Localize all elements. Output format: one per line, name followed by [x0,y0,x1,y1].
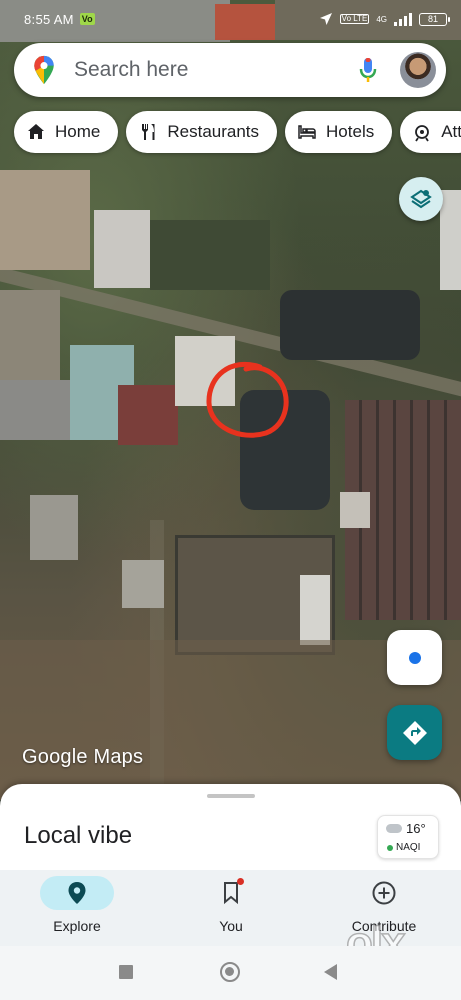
status-bar: 8:55 AM Vo Vo LTE 4G 81 [0,0,461,38]
chip-label: Home [55,122,101,141]
category-chips: Home Restaurants Hotels Att [14,111,461,155]
hotel-icon [298,125,316,139]
home-icon [28,124,44,139]
chip-label: Att [441,122,461,141]
location-arrow-icon [319,13,332,25]
red-circle-annotation [206,361,289,438]
aqi-dot-icon [387,844,393,851]
volte-badge: Vo [79,13,95,25]
chip-restaurants[interactable]: Restaurants [126,111,278,153]
weather-temp: 16° [406,821,426,836]
chip-home[interactable]: Home [14,111,119,153]
my-location-button[interactable] [387,630,442,685]
mic-icon[interactable] [358,56,378,84]
nav-you[interactable]: You [154,870,308,946]
explore-pin-icon [68,882,86,904]
search-bar[interactable]: Search here [14,43,446,97]
battery-icon: 81 [419,12,450,26]
layers-icon [410,189,432,209]
nav-explore[interactable]: Explore [0,870,154,946]
search-placeholder[interactable]: Search here [74,58,358,82]
sheet-title: Local vibe [24,822,133,849]
sheet-drag-handle[interactable] [207,794,255,798]
directions-button[interactable] [387,705,442,760]
recents-button[interactable] [119,965,133,979]
chip-label: Hotels [326,122,375,141]
battery-level: 81 [427,14,438,24]
signal-icon [394,12,412,26]
avatar[interactable] [400,52,436,88]
network-label: Vo LTE [339,14,370,24]
restaurant-icon [142,124,155,140]
location-dot-icon [408,651,421,664]
cloud-icon [386,824,402,833]
status-time: 8:55 AM [24,11,74,27]
maps-pin-icon [34,55,54,85]
weather-aqi: NAQI [396,842,421,853]
add-circle-icon [372,881,396,905]
nav-label: You [219,918,243,934]
layers-button[interactable] [399,177,443,221]
signal-label: 4G [376,14,387,24]
weather-chip[interactable]: 16° NAQI [377,815,439,859]
chip-attractions[interactable]: Att [400,111,461,153]
directions-icon [402,720,427,745]
chip-hotels[interactable]: Hotels [285,111,393,153]
home-button[interactable] [220,962,240,982]
back-button[interactable] [324,964,337,980]
logo-product: Maps [93,746,144,768]
notification-dot [237,878,244,885]
attractions-icon [415,125,430,142]
system-nav-bar [0,946,461,1000]
nav-label: Explore [53,918,101,934]
chip-label: Restaurants [167,122,260,141]
logo-brand: Google [22,746,88,768]
google-maps-logo: Google Maps [22,746,143,769]
